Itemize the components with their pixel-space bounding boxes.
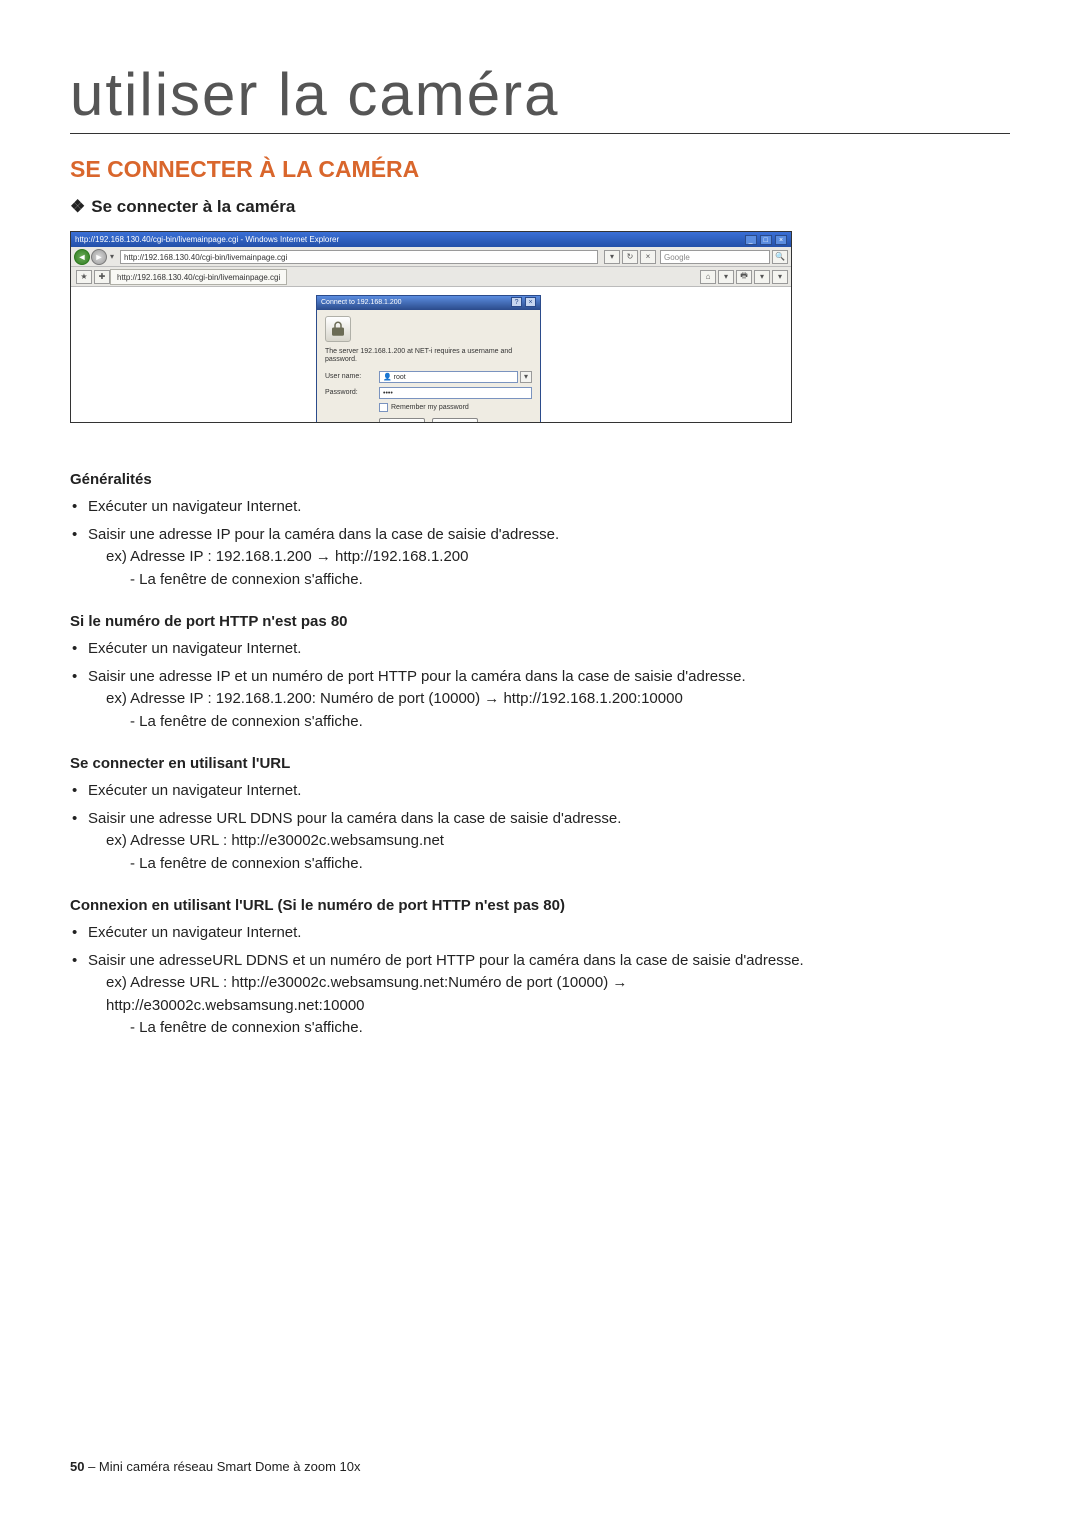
username-label: User name: xyxy=(325,373,379,380)
username-input[interactable]: 👤 root xyxy=(379,371,518,383)
dialog-title: Connect to 192.168.1.200 xyxy=(321,296,402,310)
ie-navbar: ◄ ► ▾ http://192.168.130.40/cgi-bin/live… xyxy=(71,247,791,267)
ie-window-title: http://192.168.130.40/cgi-bin/livemainpa… xyxy=(75,232,339,247)
window-controls: _ □ × xyxy=(744,232,787,247)
subheading-port: Si le numéro de port HTTP n'est pas 80 xyxy=(70,613,1010,630)
subsection-heading: ❖ Se connecter à la caméra xyxy=(70,197,1010,217)
subheading-general: Généralités xyxy=(70,471,1010,488)
go-button[interactable]: ▾ xyxy=(604,250,620,264)
section-heading: SE CONNECTER À LA CAMÉRA xyxy=(70,156,1010,183)
page-main-title: utiliser la caméra xyxy=(70,60,1010,134)
ie-titlebar: http://192.168.130.40/cgi-bin/livemainpa… xyxy=(71,232,791,247)
password-label: Password: xyxy=(325,389,379,396)
address-bar[interactable]: http://192.168.130.40/cgi-bin/livemainpa… xyxy=(120,250,598,264)
example-line: ex) Adresse URL : http://e30002c.websams… xyxy=(88,972,1010,995)
list-port: Exécuter un navigateur Internet. Saisir … xyxy=(70,638,1010,733)
footer-text: – Mini caméra réseau Smart Dome à zoom 1… xyxy=(84,1459,360,1474)
dialog-close-icon[interactable]: × xyxy=(525,297,536,307)
auth-dialog: Connect to 192.168.1.200 ? × The server … xyxy=(316,295,541,423)
ie-tabbar: ★ ✚ http://192.168.130.40/cgi-bin/livema… xyxy=(71,267,791,287)
list-item: Saisir une adresseURL DDNS et un numéro … xyxy=(70,950,1010,1040)
diamond-icon: ❖ xyxy=(70,197,85,216)
checkbox-icon[interactable] xyxy=(379,403,388,412)
favorites-icon[interactable]: ★ xyxy=(76,270,92,284)
remember-label: Remember my password xyxy=(391,404,469,411)
subheading-url-port: Connexion en utilisant l'URL (Si le numé… xyxy=(70,897,1010,914)
list-url: Exécuter un navigateur Internet. Saisir … xyxy=(70,780,1010,875)
close-icon[interactable]: × xyxy=(775,235,787,245)
dropdown-icon[interactable]: ▾ xyxy=(110,252,114,261)
example-line: ex) Adresse IP : 192.168.1.200: Numéro d… xyxy=(88,688,1010,711)
tools-menu-icon[interactable]: ▾ xyxy=(772,270,788,284)
subsection-label: Se connecter à la caméra xyxy=(91,197,295,216)
result-line: - La fenêtre de connexion s'affiche. xyxy=(88,569,1010,592)
refresh-button[interactable]: ↻ xyxy=(622,250,638,264)
list-item: Exécuter un navigateur Internet. xyxy=(70,922,1010,945)
ie-screenshot: http://192.168.130.40/cgi-bin/livemainpa… xyxy=(70,231,792,423)
cancel-button[interactable]: Cancel xyxy=(432,418,478,423)
print-icon[interactable]: 🖶 xyxy=(736,270,752,284)
back-button[interactable]: ◄ xyxy=(74,249,90,265)
list-item: Exécuter un navigateur Internet. xyxy=(70,496,1010,519)
help-icon[interactable]: ? xyxy=(511,297,522,307)
subheading-url: Se connecter en utilisant l'URL xyxy=(70,755,1010,772)
example-line: ex) Adresse URL : http://e30002c.websams… xyxy=(88,830,1010,853)
stop-button[interactable]: × xyxy=(640,250,656,264)
password-input[interactable]: •••• xyxy=(379,387,532,399)
search-button[interactable]: 🔍 xyxy=(772,250,788,264)
ok-button[interactable]: OK xyxy=(379,418,425,423)
feeds-icon[interactable]: ▾ xyxy=(718,270,734,284)
list-item: Saisir une adresse URL DDNS pour la camé… xyxy=(70,808,1010,876)
search-box[interactable]: Google xyxy=(660,250,770,264)
lock-icon xyxy=(325,316,351,342)
example-line: ex) Adresse IP : 192.168.1.200 → http://… xyxy=(88,546,1010,569)
page-footer: 50 – Mini caméra réseau Smart Dome à zoo… xyxy=(70,1459,360,1474)
maximize-icon[interactable]: □ xyxy=(760,235,772,245)
add-favorite-icon[interactable]: ✚ xyxy=(94,270,110,284)
dialog-message: The server 192.168.1.200 at NET-i requir… xyxy=(325,348,532,365)
ie-tools: ⌂ ▾ 🖶 ▾ ▾ xyxy=(698,270,788,284)
username-dropdown-icon[interactable]: ▾ xyxy=(520,371,532,383)
remember-checkbox-row[interactable]: Remember my password xyxy=(379,403,532,412)
list-general: Exécuter un navigateur Internet. Saisir … xyxy=(70,496,1010,591)
result-line: - La fenêtre de connexion s'affiche. xyxy=(88,711,1010,734)
example-line-cont: http://e30002c.websamsung.net:10000 xyxy=(88,995,1010,1018)
browser-tab[interactable]: http://192.168.130.40/cgi-bin/livemainpa… xyxy=(110,269,287,285)
ie-content: Connect to 192.168.1.200 ? × The server … xyxy=(71,287,791,422)
list-item: Saisir une adresse IP et un numéro de po… xyxy=(70,666,1010,734)
list-url-port: Exécuter un navigateur Internet. Saisir … xyxy=(70,922,1010,1040)
list-item: Exécuter un navigateur Internet. xyxy=(70,780,1010,803)
list-item: Exécuter un navigateur Internet. xyxy=(70,638,1010,661)
page-number: 50 xyxy=(70,1459,84,1474)
dialog-titlebar: Connect to 192.168.1.200 ? × xyxy=(317,296,540,310)
page-menu-icon[interactable]: ▾ xyxy=(754,270,770,284)
result-line: - La fenêtre de connexion s'affiche. xyxy=(88,853,1010,876)
list-item: Saisir une adresse IP pour la caméra dan… xyxy=(70,524,1010,592)
home-icon[interactable]: ⌂ xyxy=(700,270,716,284)
minimize-icon[interactable]: _ xyxy=(745,235,757,245)
forward-button[interactable]: ► xyxy=(91,249,107,265)
result-line: - La fenêtre de connexion s'affiche. xyxy=(88,1017,1010,1040)
